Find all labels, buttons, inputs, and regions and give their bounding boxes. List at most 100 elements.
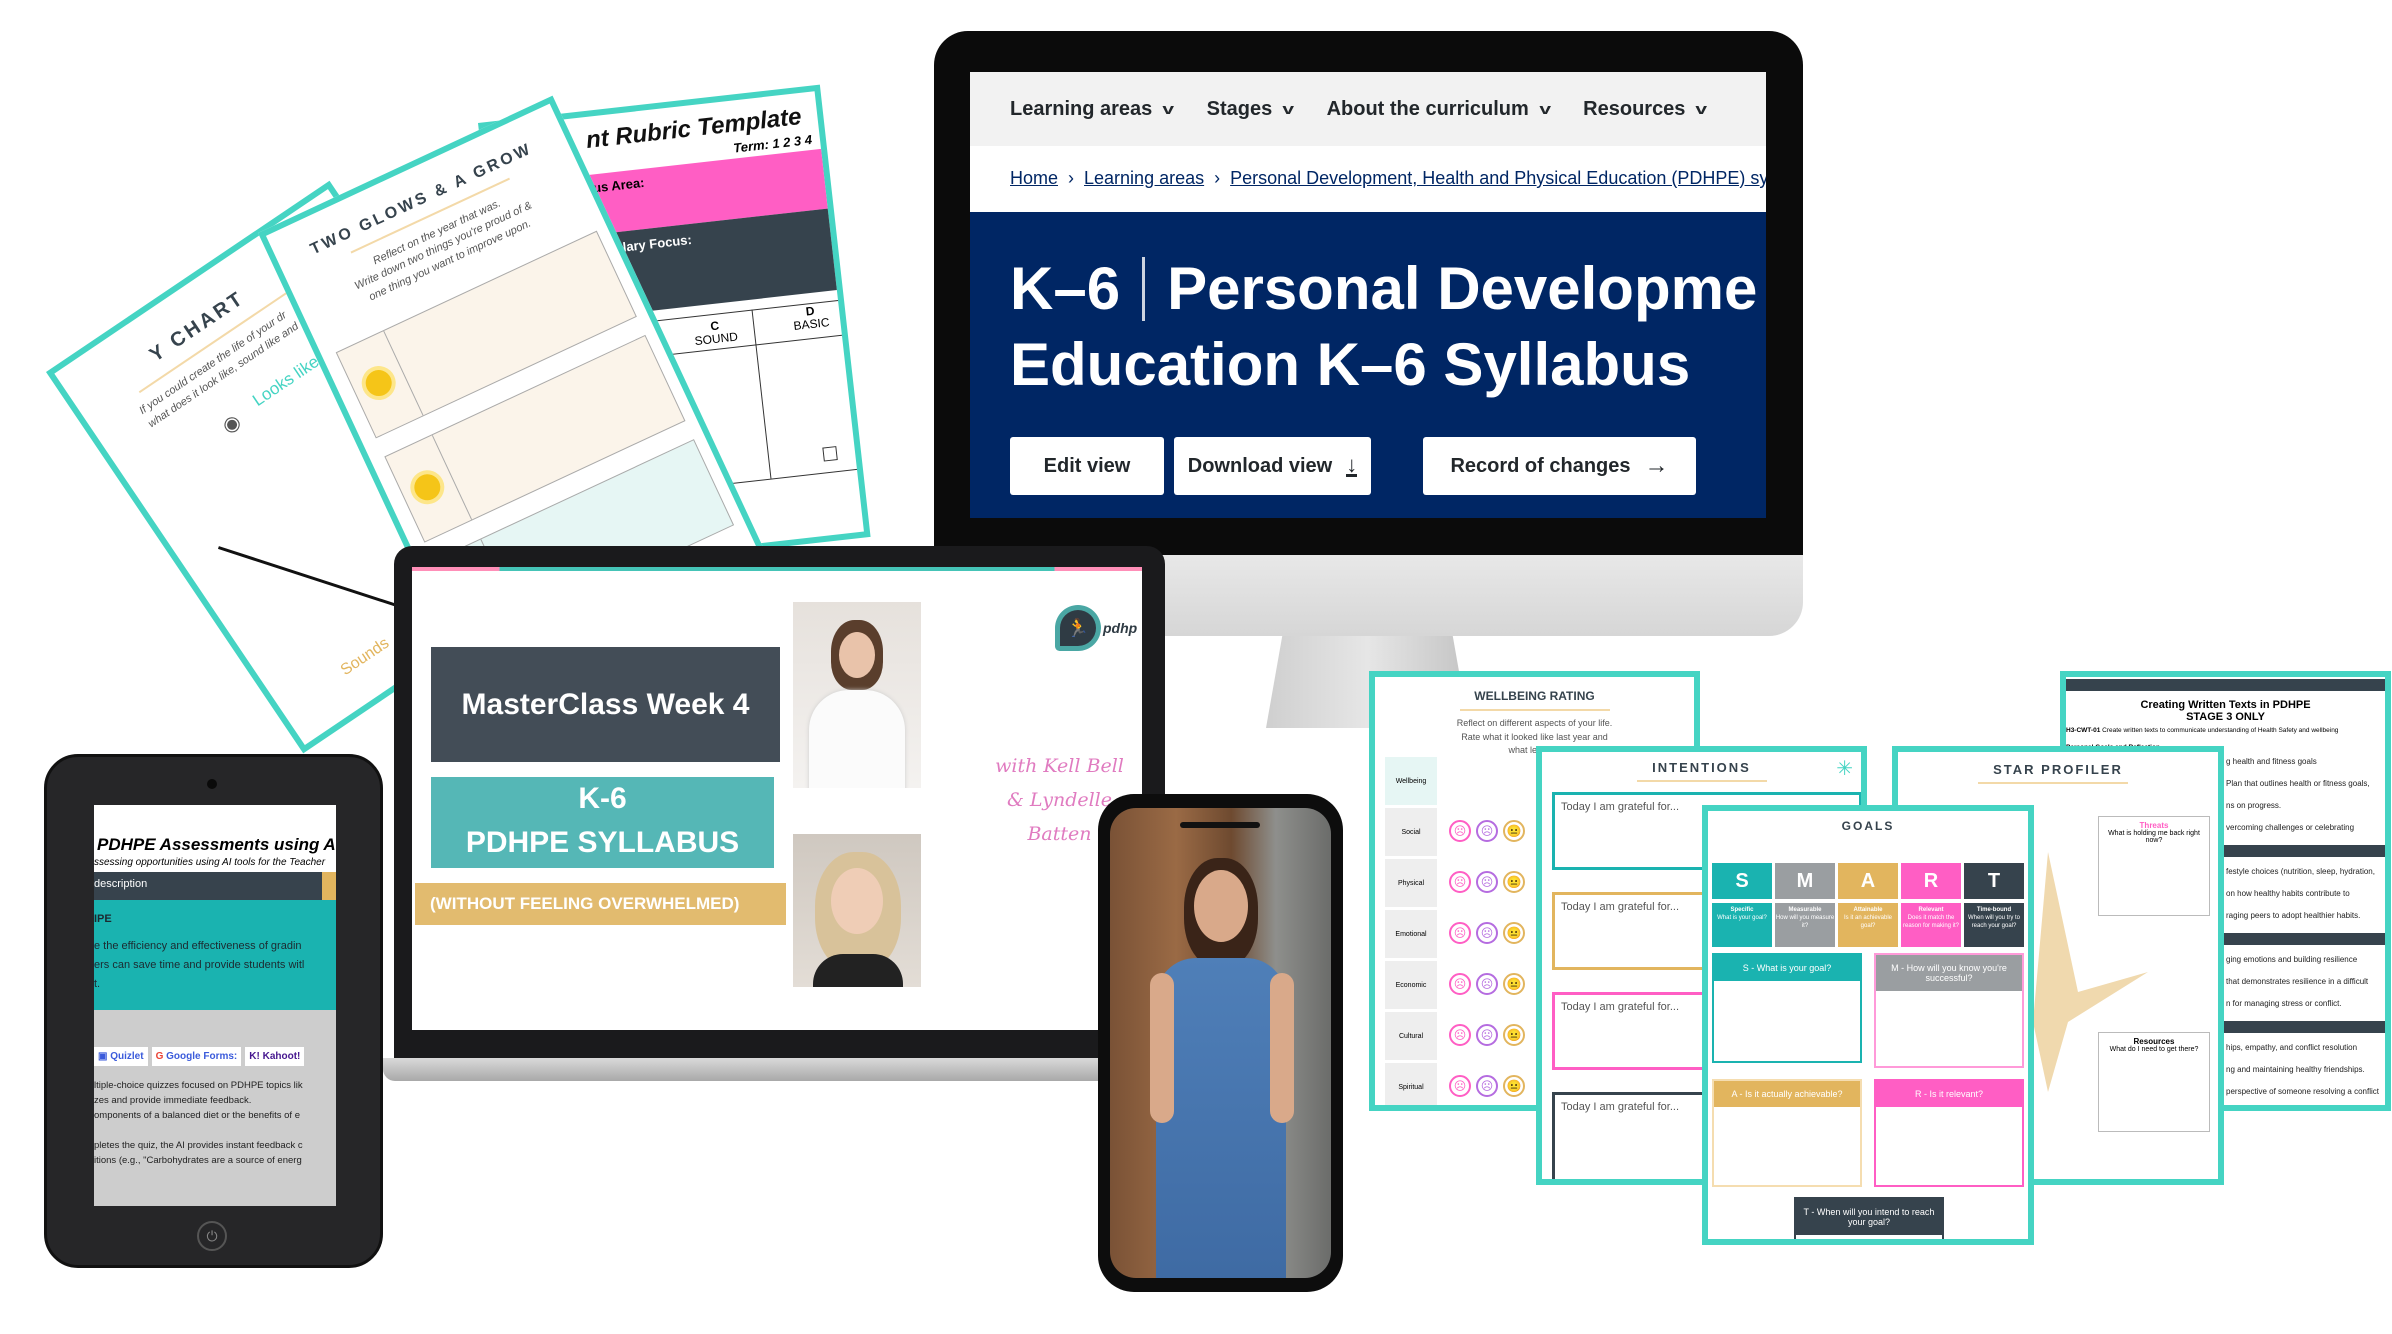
download-view-button[interactable]: Download view ↓ xyxy=(1174,437,1371,495)
chevron-down-icon: v xyxy=(1695,100,1708,118)
neutral-face-icon[interactable]: 😐 xyxy=(1503,1024,1525,1046)
chevron-down-icon: v xyxy=(1162,100,1175,118)
text-line: raging peers to adopt healthier habits. xyxy=(2226,911,2361,920)
presenter-photo-phone xyxy=(1110,808,1331,1278)
unhappy-face-icon[interactable]: ☹ xyxy=(1476,1024,1498,1046)
sad-face-icon[interactable]: ☹ xyxy=(1449,922,1471,944)
chevron-down-icon: v xyxy=(1282,100,1295,118)
power-button-icon[interactable]: ⏻ xyxy=(197,1221,227,1251)
written-texts-title: Creating Written Texts in PDHPE xyxy=(2140,699,2311,711)
sad-face-icon[interactable]: ☹ xyxy=(1449,820,1471,842)
smart-description: Attainable Is it an achievable goal? xyxy=(1838,903,1898,947)
smart-letter-r: R xyxy=(1901,863,1961,899)
body-line: ltiple-choice quizzes focused on PDHPE t… xyxy=(94,1080,303,1091)
nav-resources[interactable]: Resources v xyxy=(1583,98,1708,121)
body-line: pletes the quiz, the AI provides instant… xyxy=(94,1140,303,1151)
smart-letter-s: S xyxy=(1712,863,1772,899)
body-line: zes and provide immediate feedback. xyxy=(94,1095,252,1106)
edit-view-button[interactable]: Edit view xyxy=(1010,437,1164,495)
teal-section: IPE e the efficiency and effectiveness o… xyxy=(94,900,336,1010)
breadcrumb-home[interactable]: Home xyxy=(1010,168,1058,189)
looks-like-label: Looks like xyxy=(249,351,323,410)
nav-learning-areas[interactable]: Learning areas v xyxy=(1010,98,1175,121)
unhappy-face-icon[interactable]: ☹ xyxy=(1476,922,1498,944)
syllabus-banner: K-6 PDHPE SYLLABUS xyxy=(431,777,774,868)
doc-subtitle: ssessing opportunities using AI tools fo… xyxy=(94,857,326,868)
page-title: K–6 Personal Developme xyxy=(1010,255,1758,322)
body-line: itions (e.g., "Carbohydrates are a sourc… xyxy=(94,1155,302,1166)
palm-tree-icon: ✳ xyxy=(1836,758,1853,780)
written-texts-stage: STAGE 3 ONLY xyxy=(2186,711,2265,723)
text-line: Plan that outlines health or fitness goa… xyxy=(2226,779,2370,788)
smart-description: Measurable How will you measure it? xyxy=(1775,903,1835,947)
text-line: vercoming challenges or celebrating xyxy=(2226,823,2355,832)
row-label: Emotional xyxy=(1385,910,1437,958)
unhappy-face-icon[interactable]: ☹ xyxy=(1476,820,1498,842)
chevron-right-icon: › xyxy=(1068,168,1075,188)
goal-box-m[interactable]: M - How will you know you're successful? xyxy=(1874,953,2024,1068)
smart-letter-a: A xyxy=(1838,863,1898,899)
pdhpe-logo: 🏃 pdhp xyxy=(1055,605,1137,651)
chevron-down-icon: v xyxy=(1539,100,1551,118)
sad-face-icon[interactable]: ☹ xyxy=(1449,1024,1471,1046)
text-line: g health and fitness goals xyxy=(2226,757,2317,766)
download-icon: ↓ xyxy=(1346,451,1358,477)
breadcrumb-pdhpe[interactable]: Personal Development, Health and Physica… xyxy=(1230,168,1766,189)
tagline: (WITHOUT FEELING OVERWHELMED) xyxy=(415,883,786,925)
star-profiler-title: STAR PROFILER xyxy=(1993,762,2123,777)
sad-face-icon[interactable]: ☹ xyxy=(1449,1075,1471,1097)
neutral-face-icon[interactable]: 😐 xyxy=(1503,1075,1525,1097)
neutral-face-icon[interactable]: 😐 xyxy=(1503,922,1525,944)
smart-letter-t: T xyxy=(1964,863,2024,899)
unhappy-face-icon[interactable]: ☹ xyxy=(1476,871,1498,893)
neutral-face-icon[interactable]: 😐 xyxy=(1503,871,1525,893)
google-forms-chip[interactable]: G Google Forms: xyxy=(151,1047,242,1066)
intentions-title: INTENTIONS xyxy=(1652,760,1751,775)
unhappy-face-icon[interactable]: ☹ xyxy=(1476,1075,1498,1097)
camera-icon xyxy=(207,779,217,789)
unhappy-face-icon[interactable]: ☹ xyxy=(1476,973,1498,995)
row-label: Physical xyxy=(1385,859,1437,907)
presenter-photo-1 xyxy=(793,602,921,788)
col-c: C SOUND xyxy=(693,318,739,349)
quizlet-chip[interactable]: ▣ Quizlet xyxy=(94,1047,148,1066)
col-d: D BASIC xyxy=(792,303,831,334)
threats-box[interactable]: Threats What is holding me back right now… xyxy=(2098,816,2210,916)
row-label: Cultural xyxy=(1385,1012,1437,1060)
text-line: perspective of someone resolving a confl… xyxy=(2226,1087,2379,1096)
record-of-changes-button[interactable]: Record of changes → xyxy=(1423,437,1696,495)
main-nav: Learning areas v Stages v About the curric… xyxy=(970,72,1766,146)
breadcrumb: Home › Learning areas › Personal Developme… xyxy=(1010,168,1766,189)
neutral-face-icon[interactable]: 😐 xyxy=(1503,820,1525,842)
breadcrumb-learning-areas[interactable]: Learning areas xyxy=(1084,168,1204,189)
goal-box-r[interactable]: R - Is it relevant? xyxy=(1874,1079,2024,1187)
gray-section: ▣ Quizlet G Google Forms: K! Kahoot! lti… xyxy=(94,1010,336,1206)
doc-title: PDHPE Assessments using AI xyxy=(97,835,336,854)
chevron-right-icon: › xyxy=(1214,168,1221,188)
wellbeing-title: WELLBEING RATING xyxy=(1474,689,1595,703)
row-label: Social xyxy=(1385,808,1437,856)
nav-about-curriculum[interactable]: About the curriculum v xyxy=(1327,98,1551,121)
kahoot-chip[interactable]: K! Kahoot! xyxy=(245,1047,305,1066)
smart-description: Specific What is your goal? xyxy=(1712,903,1772,947)
presenter-photo-2 xyxy=(793,834,921,987)
smart-goals-worksheet: GOALS S Specific What is your goal? M Measur… xyxy=(1702,805,2034,1245)
smart-description: Time-bound When will you try to reach you… xyxy=(1964,903,2024,947)
goal-box-s[interactable]: S - What is your goal? xyxy=(1712,953,1862,1063)
row-label: Spiritual xyxy=(1385,1063,1437,1105)
resources-box[interactable]: Resources What do I need to get there? xyxy=(2098,1032,2210,1132)
body-line: omponents of a balanced diet or the bene… xyxy=(94,1110,300,1121)
neutral-face-icon[interactable]: 😐 xyxy=(1503,973,1525,995)
sad-face-icon[interactable]: ☹ xyxy=(1449,973,1471,995)
arrow-right-icon: → xyxy=(1644,452,1669,479)
goal-box-t[interactable]: T - When will you intend to reach your g… xyxy=(1794,1197,1944,1239)
text-line: hips, empathy, and conflict resolution xyxy=(2226,1043,2358,1052)
goal-box-a[interactable]: A - Is it actually achievable? xyxy=(1712,1079,1862,1187)
sad-face-icon[interactable]: ☹ xyxy=(1449,871,1471,893)
outcome: H3-CWT-01 Create written texts to commun… xyxy=(2066,727,2339,734)
checkbox[interactable] xyxy=(822,446,838,462)
nav-stages[interactable]: Stages v xyxy=(1207,98,1295,121)
ai-assessment-doc: PDHPE Assessments using AI ssessing oppo… xyxy=(94,805,336,1206)
text-line: ging emotions and building resilience xyxy=(2226,955,2358,964)
eye-icon: ◉ xyxy=(218,410,245,439)
